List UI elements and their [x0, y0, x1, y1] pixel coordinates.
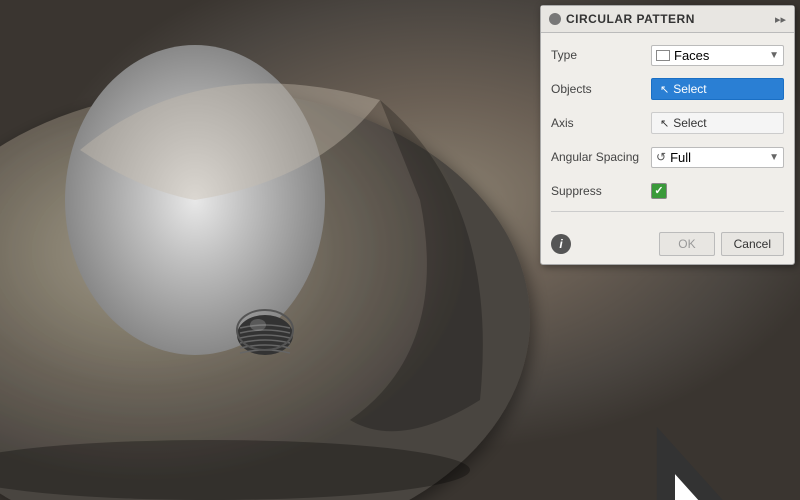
- cursor-icon-objects: ↖: [660, 83, 669, 96]
- cursor-icon-axis: ↖: [660, 117, 669, 130]
- type-dropdown-inner: Faces: [656, 48, 709, 63]
- spacing-dropdown-arrow: ▼: [769, 152, 779, 163]
- angular-spacing-row: Angular Spacing ↺ Full ▼: [551, 143, 784, 171]
- suppress-control: ✓: [651, 183, 784, 199]
- spacing-inner: ↺ Full: [656, 150, 691, 165]
- type-dropdown-arrow: ▼: [769, 50, 779, 61]
- circular-pattern-panel: CIRCULAR PATTERN ▸▸ Type Faces ▼ Objects: [540, 5, 795, 265]
- objects-label: Objects: [551, 82, 651, 96]
- panel-header: CIRCULAR PATTERN ▸▸: [541, 6, 794, 33]
- suppress-checkbox[interactable]: ✓: [651, 183, 667, 199]
- rotate-icon: ↺: [656, 150, 666, 164]
- axis-control: ↖ Select: [651, 112, 784, 134]
- type-control: Faces ▼: [651, 45, 784, 66]
- ok-button[interactable]: OK: [659, 232, 714, 256]
- type-row: Type Faces ▼: [551, 41, 784, 69]
- axis-select-label: Select: [673, 116, 706, 130]
- objects-select-label: Select: [673, 82, 706, 96]
- type-label: Type: [551, 48, 651, 62]
- panel-header-left: CIRCULAR PATTERN: [549, 12, 695, 26]
- angular-spacing-value: Full: [670, 150, 691, 165]
- checkmark-icon: ✓: [654, 186, 663, 197]
- info-button[interactable]: i: [551, 234, 571, 254]
- panel-divider: [551, 211, 784, 212]
- axis-label: Axis: [551, 116, 651, 130]
- faces-icon: [656, 50, 670, 61]
- panel-body: Type Faces ▼ Objects ↖ Select: [541, 33, 794, 226]
- axis-row: Axis ↖ Select: [551, 109, 784, 137]
- axis-select-button[interactable]: ↖ Select: [651, 112, 784, 134]
- panel-footer: i OK Cancel: [541, 226, 794, 264]
- panel-icon: [549, 13, 561, 25]
- angular-spacing-dropdown[interactable]: ↺ Full ▼: [651, 147, 784, 168]
- suppress-row: Suppress ✓: [551, 177, 784, 205]
- type-dropdown[interactable]: Faces ▼: [651, 45, 784, 66]
- footer-buttons: OK Cancel: [659, 232, 784, 256]
- expand-arrows-icon[interactable]: ▸▸: [775, 13, 786, 26]
- suppress-label: Suppress: [551, 184, 651, 198]
- angular-spacing-label: Angular Spacing: [551, 150, 651, 164]
- objects-select-button[interactable]: ↖ Select: [651, 78, 784, 100]
- objects-control: ↖ Select: [651, 78, 784, 100]
- objects-row: Objects ↖ Select: [551, 75, 784, 103]
- info-icon: i: [559, 237, 562, 251]
- angular-spacing-control: ↺ Full ▼: [651, 147, 784, 168]
- type-value: Faces: [674, 48, 709, 63]
- panel-title: CIRCULAR PATTERN: [566, 12, 695, 26]
- cancel-button[interactable]: Cancel: [721, 232, 784, 256]
